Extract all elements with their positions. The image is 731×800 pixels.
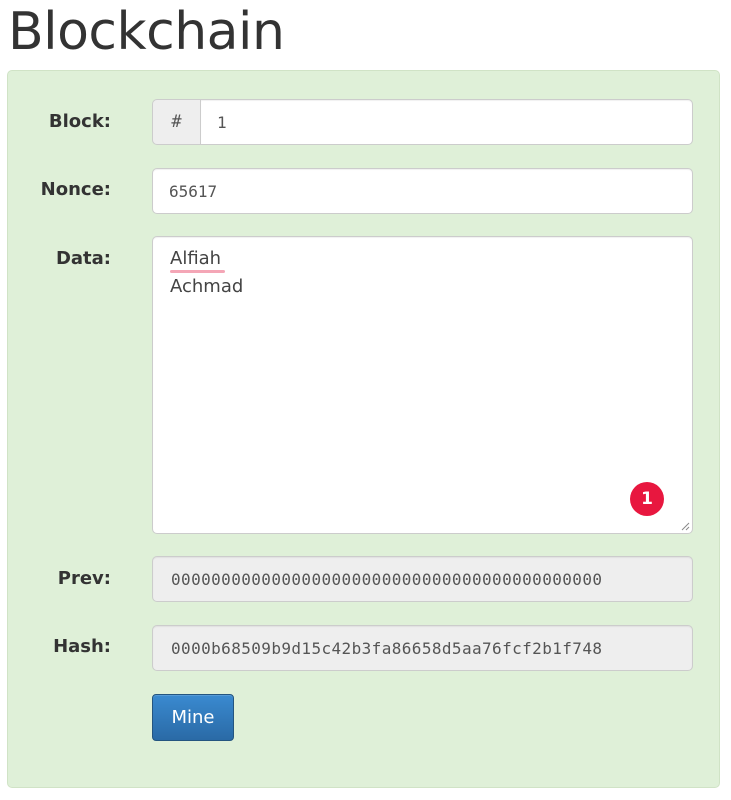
data-text-line-2: Achmad bbox=[170, 276, 244, 297]
spellcheck-underline bbox=[170, 270, 225, 273]
notification-badge[interactable]: 1 bbox=[630, 482, 664, 516]
prev-hash-input[interactable] bbox=[152, 556, 693, 602]
nonce-label: Nonce: bbox=[40, 179, 111, 200]
block-number-input[interactable] bbox=[200, 99, 693, 145]
resize-handle-icon[interactable] bbox=[680, 521, 690, 531]
page-title: Blockchain bbox=[8, 2, 285, 62]
hash-input[interactable] bbox=[152, 625, 693, 671]
block-number-group: # bbox=[152, 99, 693, 145]
block-label: Block: bbox=[48, 111, 111, 132]
prev-label: Prev: bbox=[57, 568, 111, 589]
data-label: Data: bbox=[55, 248, 111, 269]
block-card: Block: # Nonce: Data: Alfiah Achmad 1 Pr… bbox=[7, 70, 720, 788]
data-textarea[interactable]: Alfiah Achmad 1 bbox=[152, 236, 693, 534]
mine-button[interactable]: Mine bbox=[152, 694, 234, 741]
data-text-line-1: Alfiah bbox=[170, 248, 222, 269]
hash-label: Hash: bbox=[53, 636, 111, 657]
hash-prefix-addon: # bbox=[152, 99, 200, 145]
nonce-input[interactable] bbox=[152, 168, 693, 214]
